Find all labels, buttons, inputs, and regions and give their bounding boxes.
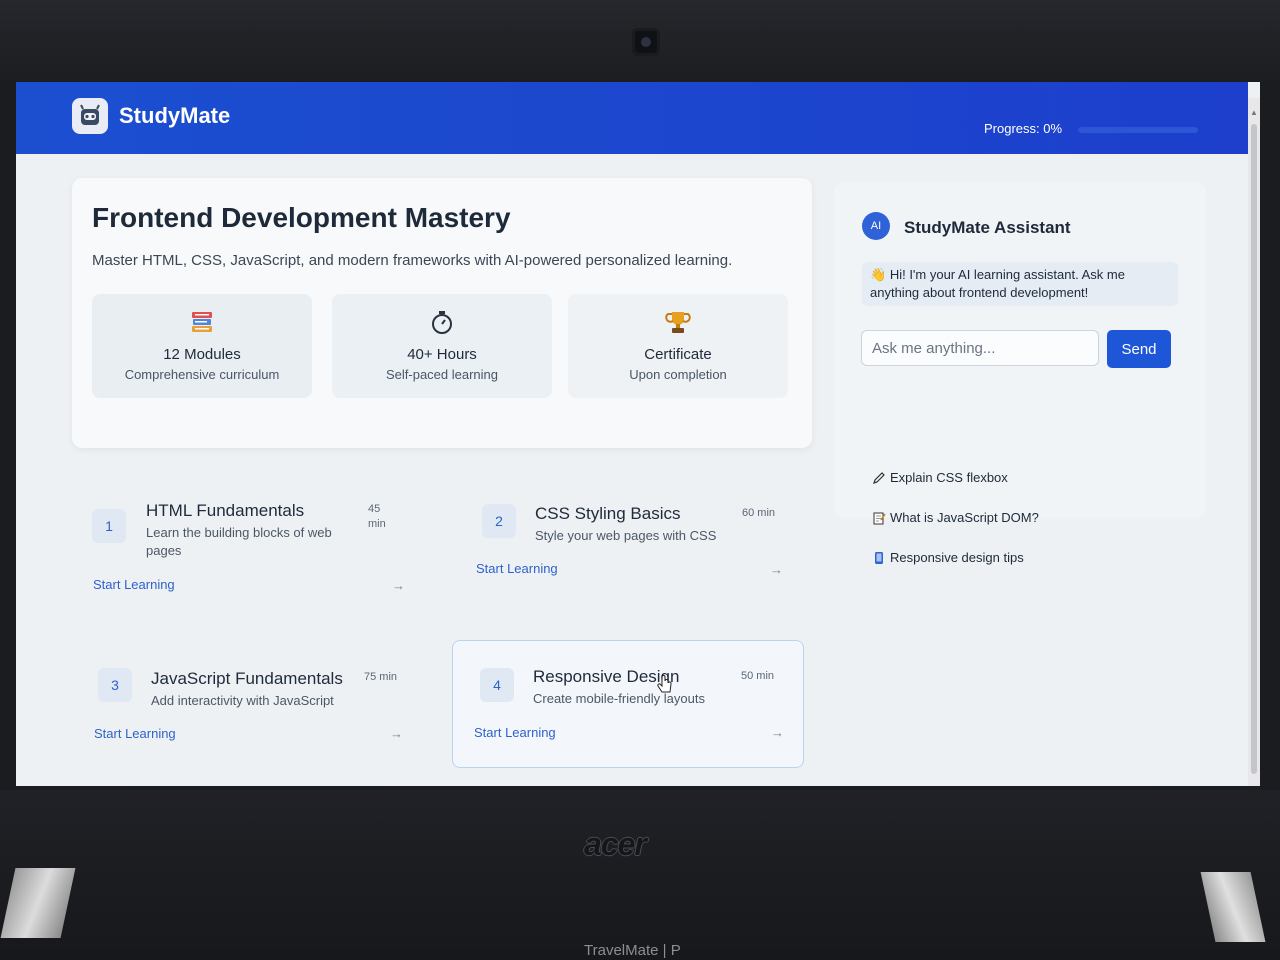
- module-duration: 45 min: [368, 503, 386, 530]
- stopwatch-icon: [432, 311, 452, 334]
- module-title: HTML Fundamentals: [146, 501, 305, 520]
- assistant-message-text: Hi! I'm your AI learning assistant. Ask …: [870, 267, 1125, 300]
- suggestion-flexbox[interactable]: Explain CSS flexbox: [872, 470, 1008, 485]
- start-learning-link[interactable]: Start Learning: [474, 725, 556, 740]
- laptop-bezel-top: [0, 0, 1280, 82]
- webcam-icon: [632, 28, 660, 56]
- module-title: JavaScript Fundamentals: [151, 669, 343, 688]
- stat-desc: Comprehensive curriculum: [124, 367, 280, 382]
- robot-logo-icon: [72, 98, 108, 134]
- assistant-title: StudyMate Assistant: [904, 218, 1071, 237]
- stat-certificate: Certificate Upon completion: [568, 294, 788, 398]
- top-navbar: StudyMate Progress: 0%: [16, 82, 1248, 154]
- waving-hand-icon: 👋: [870, 267, 890, 282]
- suggestion-label: Explain CSS flexbox: [890, 470, 1008, 485]
- app-logo-text[interactable]: StudyMate: [119, 103, 230, 129]
- module-number: 1: [92, 509, 126, 543]
- memo-icon: [873, 512, 886, 524]
- progress-label: Progress: 0%: [984, 121, 1063, 136]
- module-desc: Add interactivity with JavaScript: [151, 693, 334, 708]
- stat-desc: Upon completion: [629, 367, 727, 382]
- module-card-html[interactable]: 1 HTML Fundamentals Learn the building b…: [92, 482, 442, 608]
- pencil-icon: [873, 471, 885, 484]
- module-card-css[interactable]: 2 CSS Styling Basics Style your web page…: [476, 482, 826, 608]
- page-scrollbar[interactable]: ▲: [1248, 98, 1260, 786]
- module-title: CSS Styling Basics: [535, 504, 681, 523]
- stat-title: Certificate: [644, 346, 712, 363]
- module-duration: 60 min: [742, 507, 776, 519]
- module-duration: 50 min: [741, 670, 775, 682]
- start-learning-link[interactable]: Start Learning: [93, 577, 175, 592]
- module-number: 2: [482, 504, 516, 538]
- stat-title: 40+ Hours: [407, 346, 477, 363]
- laptop-brand: acer: [584, 826, 647, 862]
- course-title: Frontend Development Mastery: [92, 202, 511, 233]
- stat-desc: Self-paced learning: [385, 367, 499, 382]
- module-card-responsive[interactable]: 4 Responsive Design Create mobile-friend…: [452, 640, 804, 768]
- send-button[interactable]: Send: [1107, 330, 1171, 368]
- ask-input[interactable]: [861, 330, 1099, 366]
- module-card-javascript[interactable]: 3 JavaScript Fundamentals Add interactiv…: [94, 642, 444, 768]
- scroll-up-arrow-icon[interactable]: ▲: [1250, 108, 1258, 117]
- arrow-right-icon[interactable]: →: [770, 562, 783, 577]
- arrow-right-icon[interactable]: →: [392, 578, 405, 593]
- hand-cursor-icon: [657, 675, 672, 693]
- course-overview-card: Frontend Development Mastery Master HTML…: [72, 178, 812, 448]
- trophy-icon: [665, 312, 691, 333]
- start-learning-link[interactable]: Start Learning: [94, 726, 176, 741]
- assistant-message: 👋 Hi! I'm your AI learning assistant. As…: [862, 262, 1178, 306]
- suggestion-label: What is JavaScript DOM?: [890, 510, 1039, 525]
- mobile-phone-icon: [875, 551, 883, 564]
- assistant-panel: AI StudyMate Assistant 👋 Hi! I'm your AI…: [834, 182, 1206, 565]
- module-duration: 75 min: [364, 671, 398, 683]
- laptop-model: TravelMate | P: [584, 942, 681, 959]
- suggestion-label: Responsive design tips: [890, 550, 1024, 565]
- module-desc: Learn the building blocks of web pages: [146, 525, 332, 558]
- start-learning-link[interactable]: Start Learning: [476, 561, 558, 576]
- stat-title: 12 Modules: [163, 346, 241, 363]
- books-icon: [192, 312, 212, 332]
- ai-avatar: AI: [862, 212, 890, 240]
- stat-hours: 40+ Hours Self-paced learning: [332, 294, 552, 398]
- suggestion-responsive[interactable]: Responsive design tips: [872, 550, 1024, 565]
- scroll-thumb[interactable]: [1251, 124, 1257, 774]
- screen: StudyMate Progress: 0% Frontend Developm…: [16, 82, 1260, 786]
- arrow-right-icon[interactable]: →: [390, 726, 403, 741]
- module-desc: Style your web pages with CSS: [535, 528, 717, 543]
- suggestion-dom[interactable]: What is JavaScript DOM?: [872, 510, 1039, 525]
- course-subtitle: Master HTML, CSS, JavaScript, and modern…: [92, 252, 733, 269]
- module-number: 4: [480, 668, 514, 702]
- module-number: 3: [98, 668, 132, 702]
- arrow-right-icon[interactable]: →: [771, 725, 784, 740]
- module-desc: Create mobile-friendly layouts: [533, 691, 705, 706]
- laptop-bezel-bottom: [0, 790, 1280, 960]
- stat-modules: 12 Modules Comprehensive curriculum: [92, 294, 312, 398]
- progress-bar: [1078, 127, 1198, 133]
